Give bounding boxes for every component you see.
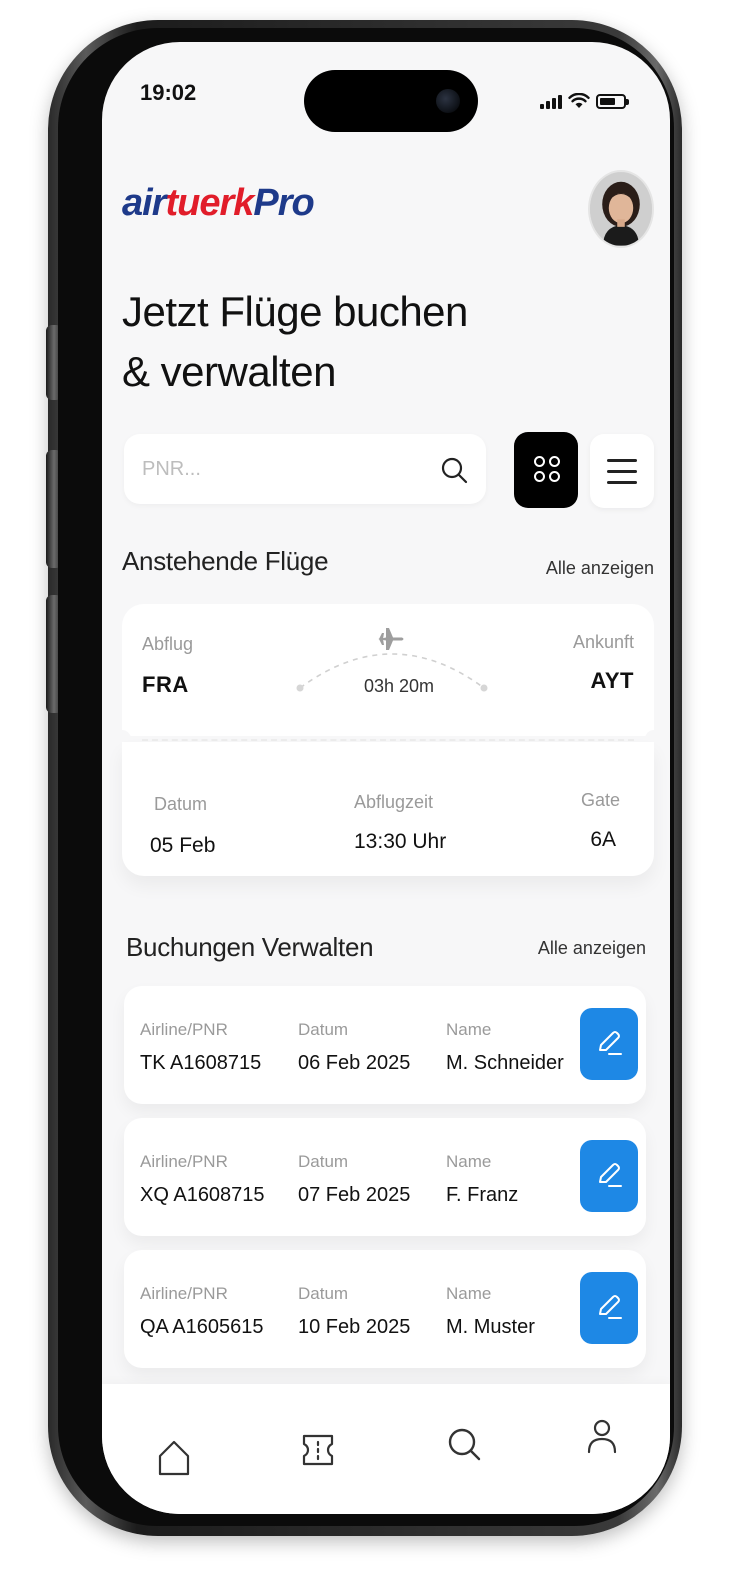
upcoming-see-all-link[interactable]: Alle anzeigen: [546, 558, 654, 579]
tab-tickets[interactable]: [298, 1428, 338, 1472]
booking-pnr: QA A1605615: [140, 1316, 264, 1338]
booking-name: F. Franz: [446, 1184, 519, 1206]
ticket-icon: [302, 1434, 334, 1466]
edit-icon: [599, 1031, 622, 1055]
status-icons: [540, 93, 629, 109]
flight-card-bottom: Datum 05 Feb Abflugzeit 13:30 Uhr Gate 6…: [122, 742, 654, 876]
departure-time-label: Abflugzeit: [354, 792, 434, 812]
search-icon[interactable]: [440, 456, 468, 484]
booking-date: 07 Feb 2025: [298, 1184, 411, 1206]
gate-label: Gate: [580, 790, 620, 810]
search-box: [124, 434, 486, 504]
date-label: Datum: [154, 794, 208, 814]
booking-date: 06 Feb 2025: [298, 1052, 411, 1074]
booking-pnr: TK A1608715: [140, 1052, 262, 1074]
name-label: Name: [446, 1020, 492, 1039]
dynamic-island: [304, 70, 478, 132]
plane-icon: [378, 628, 404, 650]
booking-name: M. Muster: [446, 1316, 535, 1338]
phone-screen: 19:02 airtuerkPro Jetzt Flüge buchen & v…: [102, 42, 670, 1514]
pnr-label: Airline/PNR: [140, 1152, 228, 1171]
arrival-code: AYT: [590, 668, 634, 693]
manage-bookings-title: Buchungen Verwalten: [126, 932, 374, 962]
booking-date: 10 Feb 2025: [298, 1316, 411, 1338]
page-title: Jetzt Flüge buchen & verwalten: [122, 288, 468, 395]
edit-booking-button[interactable]: [580, 1008, 638, 1080]
brand-logo: airtuerkPro: [122, 182, 315, 224]
date-label: Datum: [298, 1020, 349, 1039]
list-view-button[interactable]: [590, 434, 654, 508]
camera-icon: [436, 89, 460, 113]
flight-duration: 03h 20m: [364, 676, 435, 696]
tab-search[interactable]: [444, 1422, 484, 1466]
departure-code: FRA: [142, 672, 189, 697]
avatar-photo: [590, 172, 652, 246]
booking-row[interactable]: Airline/PNR QA A1605615 Datum 10 Feb 202…: [124, 1250, 646, 1368]
flight-card-top: Abflug FRA Ankunft AYT 03h 20m: [122, 604, 654, 736]
date-label: Datum: [298, 1152, 349, 1171]
edit-icon: [599, 1295, 622, 1319]
booking-name: M. Schneider: [446, 1052, 564, 1074]
booking-row[interactable]: Airline/PNR XQ A1608715 Datum 07 Feb 202…: [124, 1118, 646, 1236]
name-label: Name: [446, 1284, 492, 1303]
battery-icon: [596, 94, 629, 109]
flight-card[interactable]: Abflug FRA Ankunft AYT 03h 20m Datum 05 …: [113, 604, 663, 876]
edit-icon: [599, 1163, 622, 1187]
gate-value: 6A: [590, 828, 616, 851]
profile-icon: [587, 1419, 617, 1454]
edit-booking-button[interactable]: [580, 1272, 638, 1344]
departure-time: 13:30 Uhr: [354, 830, 447, 853]
flight-date: 05 Feb: [150, 834, 216, 857]
signal-icon: [540, 95, 562, 109]
ticket-divider: [142, 739, 634, 741]
pnr-label: Airline/PNR: [140, 1020, 228, 1039]
upcoming-flights-title: Anstehende Flüge: [122, 546, 329, 576]
tab-home[interactable]: [154, 1436, 194, 1480]
booking-pnr: XQ A1608715: [140, 1184, 265, 1206]
departure-label: Abflug: [142, 634, 194, 654]
pnr-search-input[interactable]: [142, 434, 422, 504]
name-label: Name: [446, 1152, 492, 1171]
grid-view-button[interactable]: [514, 432, 578, 508]
date-label: Datum: [298, 1284, 349, 1303]
pnr-label: Airline/PNR: [140, 1284, 228, 1303]
edit-booking-button[interactable]: [580, 1140, 638, 1212]
booking-row[interactable]: Airline/PNR TK A1608715 Datum 06 Feb 202…: [124, 986, 646, 1104]
avatar[interactable]: [588, 170, 654, 248]
tab-profile[interactable]: [582, 1414, 622, 1458]
status-time: 19:02: [140, 80, 197, 105]
wifi-icon: [568, 93, 590, 108]
arrival-label: Ankunft: [572, 632, 634, 652]
search-tab-icon: [448, 1428, 481, 1461]
bookings-see-all-link[interactable]: Alle anzeigen: [538, 938, 646, 959]
bottom-tab-bar: [102, 1384, 670, 1514]
home-icon: [158, 1440, 190, 1476]
